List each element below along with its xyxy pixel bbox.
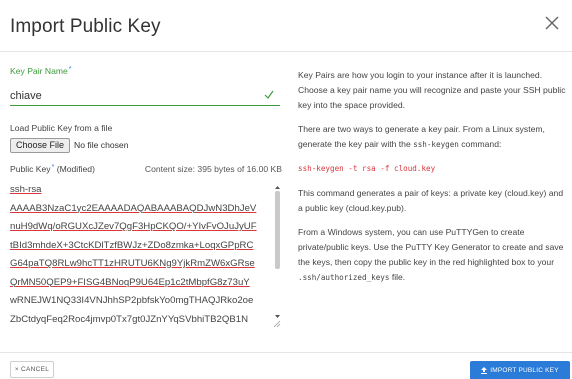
form-column: Key Pair Name* Load Public Key from a fi…	[10, 62, 282, 329]
key-pair-name-label: Key Pair Name*	[10, 66, 280, 76]
key-pair-name-label-text: Key Pair Name	[10, 66, 68, 76]
import-button-label: IMPORT PUBLIC KEY	[490, 367, 559, 374]
help-linux-code: ssh-keygen	[413, 140, 459, 149]
close-button[interactable]	[540, 11, 564, 35]
close-icon	[545, 16, 559, 30]
public-key-label: Public Key* (Modified)	[10, 164, 95, 174]
dialog-title: Import Public Key	[10, 16, 161, 37]
dialog-footer: × CANCEL IMPORT PUBLIC KEY	[0, 352, 572, 379]
cancel-button[interactable]: × CANCEL	[10, 361, 54, 378]
public-key-text: ssh-rsa AAAAB3NzaC1yc2EAAAADAQABAAABAQDJw…	[10, 181, 272, 329]
key-pair-name-input[interactable]	[10, 87, 250, 105]
scroll-down-icon	[275, 315, 280, 318]
help-windows-suffix: file.	[389, 272, 406, 282]
public-key-line: nuH9dWq/oRGUXcJZev7QgF3HpCKQO/+YIvFvOJuJ…	[10, 221, 257, 232]
dialog-header: Import Public Key	[0, 0, 572, 52]
content-size-text: Content size: 395 bytes of 16.00 KB	[144, 164, 282, 174]
scrollbar-thumb[interactable]	[275, 191, 280, 269]
public-key-line: ssh-rsa	[10, 184, 42, 195]
public-key-line: wRNEJW1NQ33I4VNJhhSP2pbfskYo0mgTHAQJRko2…	[10, 295, 254, 306]
help-column: Key Pairs are how you login to your inst…	[298, 68, 570, 294]
help-windows-text: From a Windows system, you can use PuTTY…	[298, 227, 564, 267]
public-key-line: AAAAB3NzaC1yc2EAAAADAQABAAABAQDJwN3DhJeV	[10, 202, 257, 214]
help-paragraph-keys: This command generates a pair of keys: a…	[298, 188, 564, 213]
public-key-line: ZbCtdyqFeq2Roc4jmvp0Tx7gt0JZnYYqSVbhiTB2…	[10, 313, 249, 325]
public-key-line: QrMN50QEP9+FISG4BNoqP9U64Ep1c2tMbpfG8z73…	[10, 276, 250, 288]
help-paragraph-windows: From a Windows system, you can use PuTTY…	[298, 225, 570, 285]
no-file-text: No file chosen	[74, 140, 129, 150]
load-file-label: Load Public Key from a file	[10, 123, 113, 133]
check-icon	[264, 90, 274, 99]
textarea-scrollbar[interactable]	[273, 185, 282, 329]
public-key-state: (Modified)	[54, 164, 95, 174]
upload-icon	[481, 367, 488, 374]
public-key-line: tBId3mhdeX+3CtcKDlTzfBWJz+ZDo8zmka+LoqxG…	[10, 239, 254, 251]
help-windows-code: .ssh/authorized_keys	[298, 273, 390, 282]
import-public-key-button[interactable]: IMPORT PUBLIC KEY	[470, 361, 570, 379]
key-pair-name-field	[10, 86, 280, 106]
help-paragraph-linux: There are two ways to generate a key pai…	[298, 122, 570, 152]
resize-grip-icon[interactable]	[273, 320, 281, 328]
public-key-textarea[interactable]: ssh-rsa AAAAB3NzaC1yc2EAAAADAQABAAABAQDJw…	[10, 181, 282, 329]
file-picker: Choose File No file chosen	[10, 137, 280, 153]
help-linux-suffix: command:	[458, 139, 502, 149]
keygen-command: ssh-keygen -t rsa -f cloud.key	[298, 164, 436, 173]
help-paragraph-intro: Key Pairs are how you login to your inst…	[298, 70, 566, 110]
public-key-line: G64paTQ8RLw9hcTT1zHRUTU6KNg9YjkRmZW6xGRs…	[10, 258, 255, 269]
public-key-label-row: Public Key* (Modified) Content size: 395…	[10, 164, 282, 174]
choose-file-button[interactable]: Choose File	[10, 137, 71, 153]
required-marker: *	[68, 66, 72, 73]
public-key-label-text: Public Key	[10, 164, 51, 174]
scroll-up-icon	[275, 186, 280, 189]
